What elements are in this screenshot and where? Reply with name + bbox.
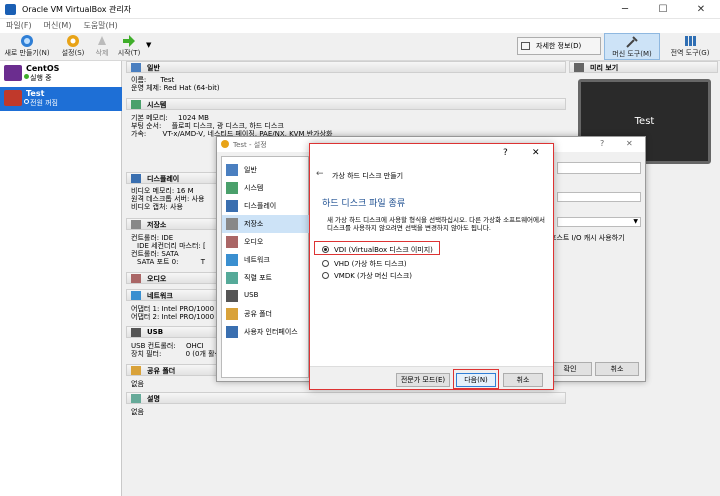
- section-system[interactable]: 시스템: [126, 98, 566, 110]
- vm-state: 전원 꺼짐: [30, 99, 58, 107]
- storage-icon: [131, 220, 141, 229]
- general-icon: [131, 63, 141, 72]
- system-body: 기본 메모리: 1024 MB 부팅 순서: 플로피 디스크, 광 디스크, 하…: [131, 114, 333, 138]
- minimize-button[interactable]: ─: [606, 0, 644, 19]
- title-bar: Oracle VM VirtualBox 관리자 ─ ☐ ✕: [0, 0, 720, 19]
- settings-item-system[interactable]: 시스템: [222, 179, 310, 197]
- settings-ok-button[interactable]: 확인: [548, 362, 592, 376]
- start-button[interactable]: 시작(T): [114, 33, 144, 60]
- description-icon: [131, 394, 141, 403]
- running-icon: [24, 74, 29, 79]
- settings-button[interactable]: 설정(S): [56, 33, 90, 60]
- settings-item-serial[interactable]: 직렬 포트: [222, 269, 310, 287]
- settings-close-button[interactable]: ✕: [626, 139, 633, 148]
- menu-machine[interactable]: 머신(M): [44, 19, 72, 32]
- display-icon: [131, 174, 141, 183]
- vm-state: 실행 중: [30, 74, 52, 82]
- settings-dropdown[interactable]: ▼: [557, 217, 641, 227]
- create-disk-wizard: ? ✕ ← 가상 하드 디스크 만들기 하드 디스크 파일 종류 새 가상 하드…: [309, 143, 554, 390]
- usb-icon: [131, 328, 141, 337]
- settings-item-usb[interactable]: USB: [222, 287, 310, 305]
- wizard-description: 새 가상 하드 디스크에 사용할 형식을 선택하십시오. 다른 가상화 소프트웨…: [327, 216, 546, 232]
- details-icon: [521, 42, 530, 50]
- power-off-icon: [24, 99, 29, 104]
- wizard-cancel-button[interactable]: 취소: [503, 373, 543, 387]
- wizard-help-button[interactable]: ?: [503, 148, 508, 158]
- settings-item-storage[interactable]: 저장소: [222, 215, 310, 233]
- folder-icon: [131, 366, 141, 375]
- settings-field[interactable]: [557, 162, 641, 174]
- display-body: 비디오 메모리: 16 M 원격 데스크톱 서버: 사용 비디오 캡처: 사용: [131, 187, 205, 211]
- storage-body: 컨트롤러: IDE IDE 세컨더리 마스터: [ 컨트롤러: SATA SAT…: [131, 234, 206, 266]
- host-cache-checkbox[interactable]: 호스트 I/O 캐시 사용하기: [550, 233, 625, 243]
- vm-os-icon: [4, 65, 22, 81]
- vm-name: Test: [26, 89, 45, 98]
- wizard-back-button[interactable]: ←: [316, 169, 324, 179]
- app-icon: [5, 4, 16, 15]
- vm-name: CentOS: [26, 64, 60, 73]
- settings-item-display[interactable]: 디스플레이: [222, 197, 310, 215]
- menu-file[interactable]: 파일(F): [6, 19, 32, 32]
- wizard-heading: 하드 디스크 파일 종류: [322, 199, 406, 209]
- gear-icon: [67, 35, 79, 47]
- machine-tools-button[interactable]: 머신 도구(M): [604, 33, 660, 60]
- tools-icon: [626, 36, 638, 48]
- global-tools-button[interactable]: 전역 도구(G): [664, 33, 716, 60]
- new-icon: [21, 35, 33, 47]
- preview-header[interactable]: 미리 보기: [569, 61, 718, 73]
- menu-help[interactable]: 도움말(H): [83, 19, 117, 32]
- radio-vmdk[interactable]: [322, 272, 329, 279]
- preview-label: Test: [634, 116, 655, 127]
- description-value: 없음: [131, 408, 144, 416]
- settings-item-network[interactable]: 네트워크: [222, 251, 310, 269]
- section-general[interactable]: 일반: [126, 61, 566, 73]
- section-description[interactable]: 설명: [126, 392, 566, 404]
- usb-body: USB 컨트롤러: OHCI 장치 필터: 0 (0개 활성: [131, 342, 221, 358]
- settings-category-list: 일반 시스템 디스플레이 저장소 오디오 네트워크 직렬 포트 USB 공유 폴…: [221, 156, 310, 378]
- radio-vdi[interactable]: [322, 246, 329, 253]
- start-dropdown-icon[interactable]: ▼: [146, 41, 151, 49]
- close-button[interactable]: ✕: [682, 0, 720, 19]
- toolbar: 새로 만들기(N) 설정(S) 삭제 시작(T) ▼ 자세한 정보(D) 머신 …: [0, 33, 720, 61]
- expert-mode-button[interactable]: 전문가 모드(E): [396, 373, 450, 387]
- start-arrow-icon: [123, 35, 135, 47]
- radio-vhd[interactable]: [322, 260, 329, 267]
- network-body: 어댑터 1: Intel PRO/1000 어댑터 2: Intel PRO/1…: [131, 305, 215, 321]
- vm-item-test[interactable]: Test 전원 꺼짐: [0, 87, 122, 111]
- network-icon: [131, 291, 141, 300]
- wizard-title: 가상 하드 디스크 만들기: [332, 172, 404, 180]
- vm-item-centos[interactable]: CentOS 실행 중: [0, 62, 122, 86]
- settings-item-audio[interactable]: 오디오: [222, 233, 310, 251]
- menu-bar: 파일(F) 머신(M) 도움말(H): [0, 19, 720, 33]
- settings-item-shared[interactable]: 공유 폴더: [222, 305, 310, 323]
- wizard-close-button[interactable]: ✕: [532, 148, 540, 158]
- maximize-button[interactable]: ☐: [644, 0, 682, 19]
- window-title: Oracle VM VirtualBox 관리자: [22, 5, 132, 14]
- discard-icon: [98, 36, 106, 45]
- settings-cancel-button[interactable]: 취소: [595, 362, 639, 376]
- general-body: 이름: Test 운영 체제: Red Hat (64-bit): [131, 76, 220, 92]
- shared-value: 없음: [131, 380, 144, 388]
- global-tools-icon: [685, 36, 696, 46]
- vm-os-icon: [4, 90, 22, 106]
- settings-field-2[interactable]: [557, 192, 641, 202]
- system-icon: [131, 100, 141, 109]
- vm-list: CentOS 실행 중 Test 전원 꺼짐: [0, 61, 122, 496]
- next-button[interactable]: 다음(N): [456, 373, 496, 387]
- audio-icon: [131, 274, 141, 283]
- preview-icon: [574, 63, 584, 72]
- settings-help-button[interactable]: ?: [600, 139, 604, 148]
- settings-app-icon: [221, 140, 229, 148]
- settings-item-ui[interactable]: 사용자 인터페이스: [222, 323, 310, 341]
- discard-button[interactable]: 삭제: [92, 33, 112, 60]
- settings-item-general[interactable]: 일반: [222, 161, 310, 179]
- new-button[interactable]: 새로 만들기(N): [2, 33, 52, 60]
